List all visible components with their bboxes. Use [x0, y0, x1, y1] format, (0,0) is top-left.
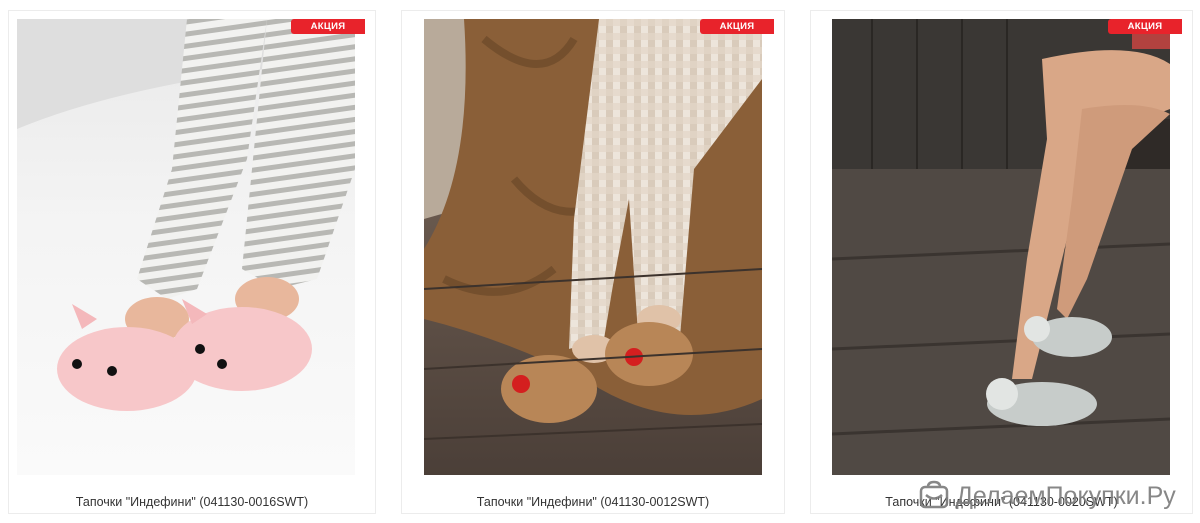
watermark-text: ДелаемПокупки.Ру: [956, 481, 1176, 510]
product-title[interactable]: Тапочки "Индефини" (041130-0016SWT): [9, 495, 375, 509]
product-card[interactable]: АКЦИЯ Тапочки "Индефини" (041130-0016SWT…: [8, 10, 376, 514]
product-image-grey-pompom-slippers[interactable]: [832, 19, 1170, 475]
site-watermark: ДелаемПокупки.Ру: [918, 478, 1176, 514]
product-title[interactable]: Тапочки "Индефини" (041130-0012SWT): [402, 495, 784, 509]
shopping-bag-logo-icon: [919, 480, 949, 509]
sale-badge: АКЦИЯ: [700, 19, 774, 34]
product-image-pink-bunny-slippers[interactable]: [17, 19, 355, 475]
product-image-reindeer-slippers[interactable]: [424, 19, 762, 475]
product-grid: АКЦИЯ Тапочки "Индефини" (041130-0016SWT…: [0, 0, 1200, 523]
product-card[interactable]: АКЦИЯ Тапочки "Индефини" (041130-0020SWT…: [810, 10, 1193, 514]
product-card[interactable]: АКЦИЯ Тапочки "Индефини" (041130-0012SWT…: [401, 10, 785, 514]
sale-badge: АКЦИЯ: [291, 19, 365, 34]
sale-badge: АКЦИЯ: [1108, 19, 1182, 34]
